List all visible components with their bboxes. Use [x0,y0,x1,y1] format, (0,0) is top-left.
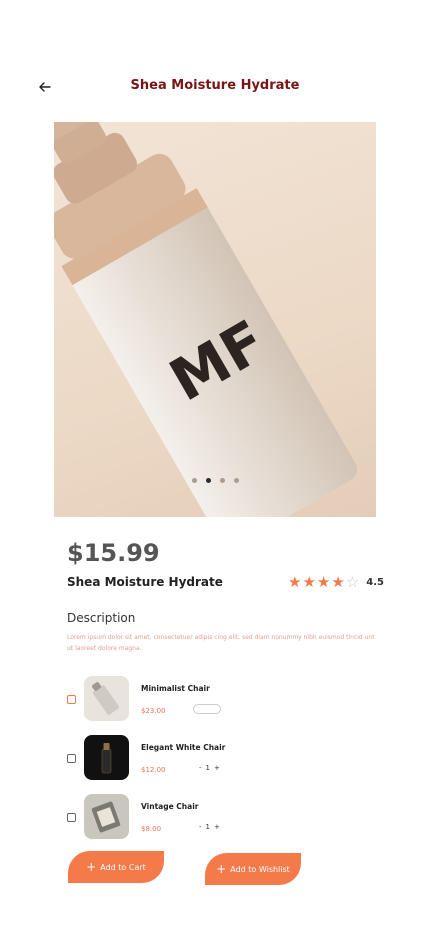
carousel-dot[interactable] [219,478,225,483]
plus-icon: + [86,860,97,874]
decrement-button[interactable]: - [199,823,202,831]
decrement-button[interactable]: - [199,764,202,772]
increment-button[interactable]: + [214,823,220,831]
plus-icon: + [216,862,227,876]
item-price: $23.00 [141,707,166,715]
list-item: Minimalist Chair $23.00 [67,676,377,722]
add-to-cart-label: Add to Cart [100,862,146,872]
item-name: Minimalist Chair [141,684,210,693]
rating-value: 4.5 [366,577,384,588]
product-name: Shea Moisture Hydrate [67,575,223,589]
box-thumb-image [91,801,121,833]
item-name: Elegant White Chair [141,743,226,752]
item-checkbox[interactable] [67,754,76,763]
header: Shea Moisture Hydrate [0,74,430,100]
bottle-thumb-image [101,743,112,774]
bottle-thumb-image [92,682,119,715]
carousel-dot[interactable] [233,478,239,483]
add-to-wishlist-label: Add to Wishlist [230,864,290,874]
product-price: $15.99 [67,539,160,567]
description-heading: Description [67,611,136,625]
product-rating: ★ ★ ★ ★ ☆ 4.5 [288,575,384,590]
quantity-value: 1 [205,823,210,831]
list-item: Vintage Chair $8.00 - 1 + [67,794,377,840]
add-to-wishlist-button[interactable]: + Add to Wishlist [205,853,301,885]
star-icon: ★ [288,573,302,591]
quantity-stepper[interactable]: - 1 + [199,823,220,831]
item-thumbnail [84,735,129,780]
quantity-stepper[interactable] [193,704,221,714]
star-icon: ★ [331,573,345,591]
product-bottle-image: MF [54,122,358,517]
description-text: Lorem ipsum dolor sit amet, consectetuer… [67,634,375,652]
item-thumbnail [84,794,129,839]
carousel-indicators [54,478,376,483]
star-icon: ★ [302,573,316,591]
item-checkbox[interactable] [67,695,76,704]
add-to-cart-button[interactable]: + Add to Cart [68,851,164,883]
star-outline-icon: ☆ [345,573,360,591]
page-title: Shea Moisture Hydrate [130,78,300,93]
item-name: Vintage Chair [141,802,199,811]
list-item: Elegant White Chair $12.00 - 1 + [67,735,377,781]
item-checkbox[interactable] [67,813,76,822]
item-thumbnail [84,676,129,721]
item-price: $12.00 [141,766,166,774]
carousel-dot[interactable] [191,478,197,483]
carousel-dot-active[interactable] [205,478,211,483]
quantity-stepper[interactable]: - 1 + [199,764,220,772]
item-price: $8.00 [141,825,162,833]
quantity-value: 1 [205,764,210,772]
star-icon: ★ [316,573,331,591]
product-image-carousel[interactable]: MF [54,122,376,517]
increment-button[interactable]: + [214,764,220,772]
